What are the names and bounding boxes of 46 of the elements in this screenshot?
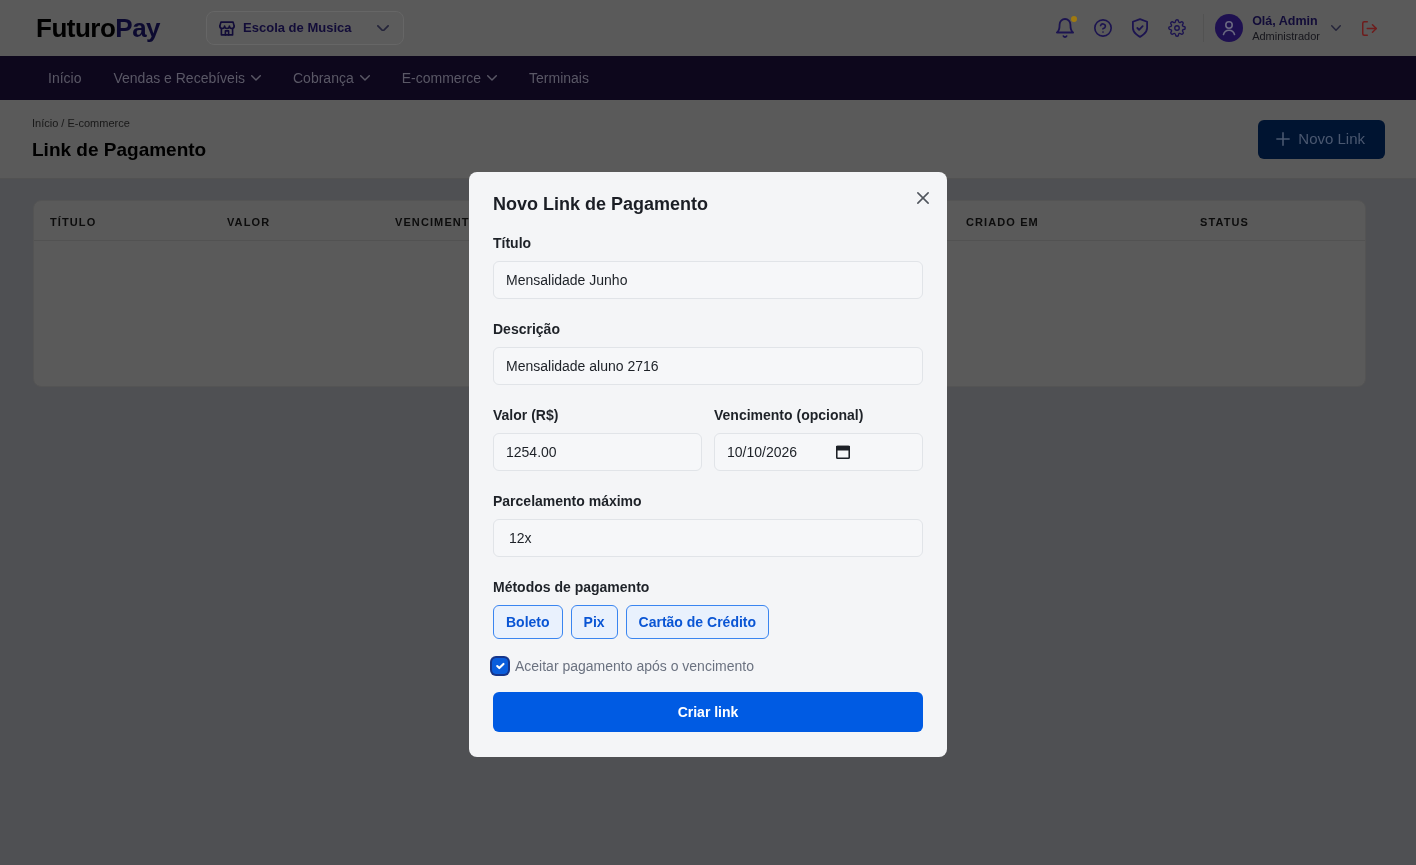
user-greeting: Olá, Admin (1252, 13, 1319, 29)
shield-check-icon[interactable] (1132, 18, 1149, 38)
close-button[interactable] (915, 190, 931, 206)
store-icon (219, 20, 236, 36)
field-label: Descrição (493, 320, 561, 339)
field-label: Vencimento (opcional) (714, 406, 865, 425)
create-link-button[interactable]: Criar link (493, 692, 923, 732)
nav-menu-item[interactable]: Início (48, 67, 82, 89)
select-field[interactable]: 12x (493, 519, 923, 557)
chevron-down-icon[interactable] (1331, 25, 1341, 31)
bell-icon[interactable] (1056, 18, 1075, 38)
field-label: Título (493, 234, 533, 253)
nav-menu-item[interactable]: Terminais (529, 67, 589, 89)
checkbox[interactable] (492, 658, 508, 674)
input-field[interactable]: Mensalidade aluno 2716 (493, 347, 923, 385)
field-label: Métodos de pagamento (493, 578, 651, 597)
nav-menu-item[interactable]: Vendas e Recebíveis (113, 67, 261, 89)
field-label: Valor (R$) (493, 406, 560, 425)
logo: FuturoPay (36, 13, 161, 43)
user-avatar-icon[interactable] (1215, 14, 1244, 42)
column-header: VENCIMENT (395, 215, 470, 228)
breadcrumb: Início / E-commerce (32, 116, 131, 130)
modal-title: Novo Link de Pagamento (493, 193, 710, 216)
input-field[interactable]: 1254.00 (493, 433, 702, 471)
page-title: Link de Pagamento (32, 138, 207, 162)
date-field[interactable]: 10/10/2026 (714, 433, 923, 471)
help-icon[interactable] (1094, 19, 1113, 37)
payment-method-toggle[interactable]: Cartão de Crédito (625, 605, 770, 639)
payment-method-toggle[interactable]: Pix (570, 605, 618, 639)
plus-icon (1276, 132, 1291, 146)
column-header: STATUS (1200, 215, 1249, 228)
field-label: Parcelamento máximo (493, 492, 643, 511)
logout-icon[interactable] (1362, 20, 1377, 36)
calendar-icon[interactable] (836, 445, 850, 459)
column-header: VALOR (227, 215, 271, 228)
user-role: Administrador (1252, 28, 1320, 43)
payment-method-toggle[interactable]: Boleto (493, 605, 563, 639)
settings-icon[interactable] (1168, 19, 1187, 37)
input-field[interactable]: Mensalidade Junho (493, 261, 923, 299)
nav-menu-item[interactable]: E-commerce (401, 67, 498, 89)
nav-menu-item[interactable]: Cobrança (293, 67, 370, 89)
close-icon (917, 192, 929, 204)
chevron-down-icon (377, 24, 390, 32)
column-header: CRIADO EM (966, 215, 1039, 228)
checkbox-label: Aceitar pagamento após o vencimento (515, 657, 754, 676)
column-header: TÍTULO (50, 215, 97, 228)
